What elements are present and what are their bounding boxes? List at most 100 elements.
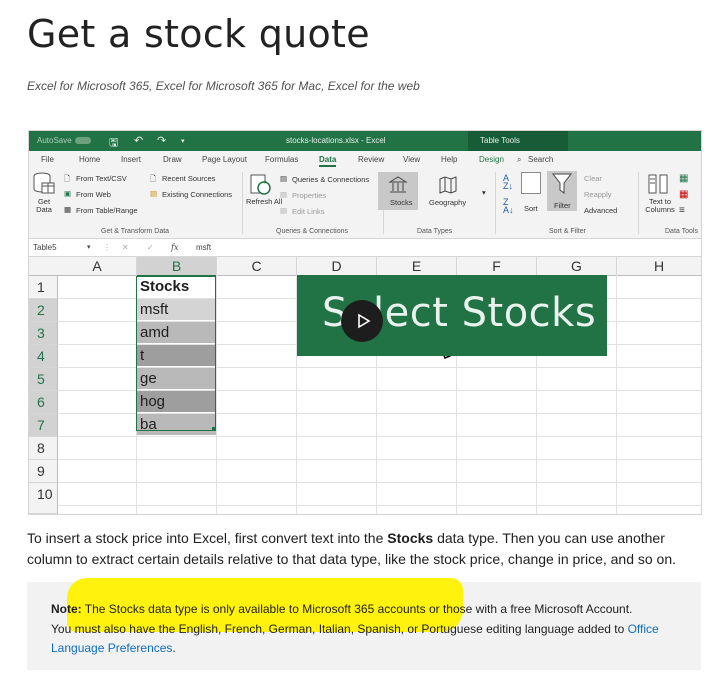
- from-text-csv-button[interactable]: 🗋: [64, 173, 70, 186]
- refresh-all-icon[interactable]: [250, 174, 272, 196]
- gridline: [58, 482, 701, 483]
- row-header-3[interactable]: 3: [29, 322, 58, 345]
- stocks-icon: [388, 176, 408, 193]
- row-header-9[interactable]: 9: [29, 460, 58, 483]
- formula-input[interactable]: msft: [196, 243, 211, 252]
- data-types-more-icon[interactable]: ▾: [482, 188, 486, 197]
- play-button[interactable]: [341, 300, 383, 342]
- tab-view[interactable]: View: [403, 155, 420, 164]
- tab-search[interactable]: Search: [528, 155, 553, 164]
- tab-home[interactable]: Home: [79, 155, 100, 164]
- col-header-e[interactable]: E: [377, 257, 457, 276]
- col-header-g[interactable]: G: [537, 257, 617, 276]
- tab-page-layout[interactable]: Page Layout: [202, 155, 247, 164]
- excel-titlebar: AutoSave 🖫 ↶ ↷ ▾ stocks-locations.xlsx -…: [29, 131, 701, 151]
- text-to-columns-button[interactable]: Text to Columns: [641, 198, 679, 214]
- ribbon-tabs: File Home Insert Draw Page Layout Formul…: [29, 151, 701, 168]
- tab-file[interactable]: File: [41, 155, 54, 164]
- autosave-label: AutoSave: [37, 136, 72, 145]
- row-header-7[interactable]: 7: [29, 414, 58, 437]
- name-box[interactable]: Table5: [33, 243, 57, 252]
- col-header-f[interactable]: F: [457, 257, 537, 276]
- sort-za-icon[interactable]: Z A↓: [503, 198, 514, 215]
- enter-icon[interactable]: ✓: [147, 243, 154, 252]
- autosave-toggle[interactable]: [75, 137, 91, 144]
- group-queries: Queries & Connections: [276, 228, 348, 235]
- col-header-d[interactable]: D: [297, 257, 377, 276]
- note-line: You must also have the English, French, …: [51, 621, 628, 636]
- col-header-c[interactable]: C: [217, 257, 297, 276]
- data-validation-icon[interactable]: ≡: [679, 205, 685, 216]
- tab-review[interactable]: Review: [358, 155, 384, 164]
- row-header-2[interactable]: 2: [29, 299, 58, 322]
- reapply-button[interactable]: Reapply: [584, 190, 612, 199]
- stocks-label: Stocks: [390, 198, 413, 207]
- group-get-transform: Get & Transform Data: [101, 228, 170, 235]
- tab-draw[interactable]: Draw: [163, 155, 182, 164]
- from-web-icon: ▣: [64, 189, 72, 198]
- qat-dropdown-icon[interactable]: ▾: [181, 137, 185, 145]
- existing-connections-label[interactable]: Existing Connections: [162, 190, 232, 199]
- from-web-label[interactable]: From Web: [76, 190, 111, 199]
- group-data-tools: Data Tools: [665, 228, 698, 235]
- col-header-b[interactable]: B: [137, 257, 217, 277]
- row-header-4[interactable]: 4: [29, 345, 58, 368]
- from-table-range-label[interactable]: From Table/Range: [76, 206, 138, 215]
- from-text-csv-label[interactable]: From Text/CSV: [76, 174, 127, 183]
- cancel-icon[interactable]: ✕: [122, 243, 129, 252]
- col-header-a[interactable]: A: [58, 257, 137, 276]
- text-to-columns-icon[interactable]: [647, 173, 669, 195]
- table-tools-banner: Table Tools: [468, 131, 568, 151]
- existing-connections-icon: ▤: [150, 189, 158, 198]
- row-header-10[interactable]: 10: [29, 483, 58, 514]
- recent-sources-label[interactable]: Recent Sources: [162, 174, 215, 183]
- tab-help[interactable]: Help: [441, 155, 457, 164]
- note-line: The Stocks data type is only available t…: [81, 602, 633, 616]
- search-icon[interactable]: ⌕: [517, 155, 521, 165]
- row-header-5[interactable]: 5: [29, 368, 58, 391]
- from-table-icon: ▦: [64, 205, 72, 214]
- clear-button[interactable]: Clear: [584, 174, 602, 183]
- queries-connections-button[interactable]: Queries & Connections: [292, 175, 369, 184]
- sort-dialog-icon[interactable]: [521, 172, 541, 194]
- row-header-6[interactable]: 6: [29, 391, 58, 414]
- flash-fill-icon[interactable]: ▦: [679, 173, 688, 184]
- get-data-button[interactable]: Get Data: [33, 198, 55, 214]
- undo-icon[interactable]: ↶: [134, 134, 143, 147]
- applies-to: Excel for Microsoft 365, Excel for Micro…: [27, 79, 420, 93]
- tab-formulas[interactable]: Formulas: [265, 155, 298, 164]
- select-all-corner[interactable]: [29, 257, 59, 276]
- remove-duplicates-icon[interactable]: ▦: [679, 189, 688, 200]
- tab-insert[interactable]: Insert: [121, 155, 141, 164]
- page-title: Get a stock quote: [27, 12, 370, 56]
- get-data-icon[interactable]: [33, 172, 55, 196]
- resize-handle-icon[interactable]: [212, 427, 216, 431]
- properties-button[interactable]: Properties: [292, 191, 326, 200]
- note-text: Note: The Stocks data type is only avail…: [51, 600, 691, 659]
- gridline: [58, 436, 701, 437]
- geography-button[interactable]: Geography: [424, 172, 470, 210]
- sort-button[interactable]: Sort: [524, 204, 538, 213]
- advanced-button[interactable]: Advanced: [584, 206, 617, 215]
- refresh-all-button[interactable]: Refresh All: [246, 198, 282, 206]
- play-icon: [358, 313, 371, 329]
- tab-design[interactable]: Design: [479, 155, 504, 164]
- formula-bar: Table5 ▾ ⋮ ✕ ✓ fx msft: [29, 239, 701, 257]
- queries-icon: ▤: [280, 174, 288, 183]
- row-header-1[interactable]: 1: [29, 276, 58, 299]
- gridline: [58, 505, 701, 506]
- sort-az-icon[interactable]: A Z↓: [503, 174, 513, 191]
- name-box-dropdown-icon[interactable]: ▾: [87, 243, 91, 251]
- geography-label: Geography: [429, 198, 467, 207]
- stocks-button[interactable]: Stocks: [378, 172, 418, 210]
- map-icon: [439, 176, 457, 194]
- filter-button[interactable]: Filter: [547, 171, 577, 211]
- filter-icon: [552, 173, 572, 194]
- edit-links-button[interactable]: Edit Links: [292, 207, 325, 216]
- fx-icon[interactable]: fx: [171, 243, 178, 252]
- tab-data[interactable]: Data: [319, 155, 337, 167]
- col-header-h[interactable]: H: [617, 257, 701, 276]
- gridline: [58, 459, 701, 460]
- redo-icon[interactable]: ↷: [157, 134, 166, 147]
- row-header-8[interactable]: 8: [29, 437, 58, 460]
